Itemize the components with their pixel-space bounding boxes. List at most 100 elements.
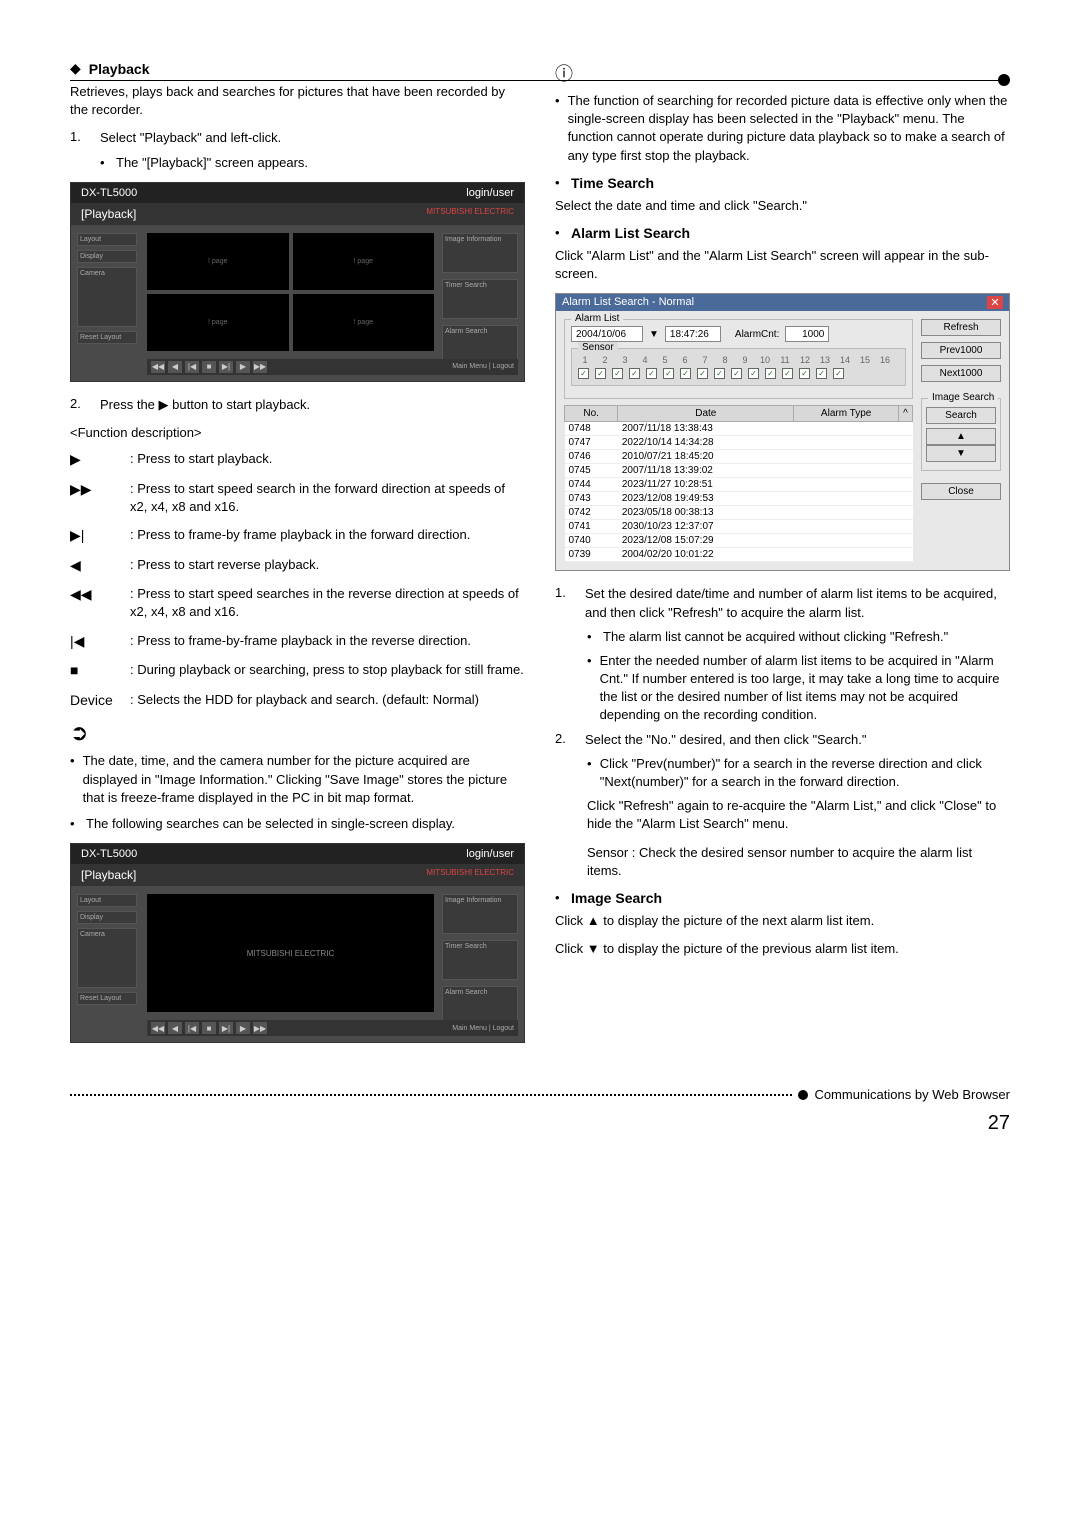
sensor-checkbox[interactable]: ✓	[782, 368, 793, 379]
shot-menu: Main Menu | Logout	[452, 363, 514, 370]
shot-side-camera: Camera	[77, 267, 137, 327]
note-icon: ➲	[70, 720, 525, 746]
step1-sub: The "[Playback]" screen appears.	[116, 154, 308, 172]
icon-description: : During playback or searching, press to…	[130, 661, 525, 681]
cell-scroll	[899, 534, 913, 548]
icon-description: : Selects the HDD for playback and searc…	[130, 691, 525, 711]
cell-scroll	[899, 436, 913, 450]
sensor-checkbox[interactable]: ✓	[646, 368, 657, 379]
cell-no: 0740	[565, 534, 618, 548]
table-row[interactable]: 07452007/11/18 13:39:02	[565, 464, 913, 478]
th-date[interactable]: Date	[618, 406, 794, 422]
play-button[interactable]: ▶	[236, 1022, 250, 1034]
fast-fwd-button[interactable]: ▶▶	[253, 361, 267, 373]
cell-date: 2023/11/27 10:28:51	[618, 478, 794, 492]
sensor-checkbox[interactable]: ✓	[748, 368, 759, 379]
bullet: •	[100, 154, 108, 172]
sensor-checkbox[interactable]: ✓	[612, 368, 623, 379]
icon-description: : Press to start speed searches in the r…	[130, 585, 525, 621]
table-row[interactable]: 07422023/05/18 00:38:13	[565, 506, 913, 520]
sensor-checkbox[interactable]: ✓	[816, 368, 827, 379]
alarm-cnt-label: AlarmCnt:	[735, 329, 779, 340]
th-type[interactable]: Alarm Type	[794, 406, 899, 422]
up-button[interactable]: ▲	[926, 428, 996, 445]
th-no[interactable]: No.	[565, 406, 618, 422]
dropdown-icon[interactable]: ▼	[649, 329, 659, 340]
rstep1-b2: Enter the needed number of alarm list it…	[600, 652, 1010, 725]
close-button[interactable]: Close	[921, 483, 1001, 500]
footer-text: Communications by Web Browser	[814, 1087, 1010, 1102]
fast-fwd-button[interactable]: ▶▶	[253, 1022, 267, 1034]
step-fwd-button[interactable]: ▶|	[219, 361, 233, 373]
shot-side-layout: Layout	[77, 233, 137, 246]
step-back-button[interactable]: |◀	[185, 361, 199, 373]
close-icon[interactable]: ✕	[987, 296, 1003, 309]
down-button[interactable]: ▼	[926, 445, 996, 462]
table-row[interactable]: 07392004/02/20 10:01:22	[565, 548, 913, 562]
rstep2-p2: Sensor : Check the desired sensor number…	[587, 844, 1010, 880]
cell-scroll	[899, 422, 913, 436]
shot-model: DX-TL5000	[81, 187, 137, 199]
refresh-button[interactable]: Refresh	[921, 319, 1001, 336]
table-row[interactable]: 07472022/10/14 14:34:28	[565, 436, 913, 450]
section-diamond: ◆	[70, 60, 81, 77]
cell-type	[794, 534, 899, 548]
date-input[interactable]	[571, 326, 643, 342]
time-input[interactable]	[665, 326, 721, 342]
cell-date: 2023/12/08 15:07:29	[618, 534, 794, 548]
step-back-button[interactable]: |◀	[185, 1022, 199, 1034]
shot-logo: MITSUBISHI ELECTRIC	[247, 949, 335, 958]
sensor-checkbox[interactable]: ✓	[680, 368, 691, 379]
playback-icon: ■	[70, 661, 110, 681]
sensor-checkbox[interactable]: ✓	[629, 368, 640, 379]
table-row[interactable]: 07462010/07/21 18:45:20	[565, 450, 913, 464]
cell-no: 0742	[565, 506, 618, 520]
sensor-number: 14	[838, 355, 852, 365]
sensor-checkbox[interactable]: ✓	[663, 368, 674, 379]
table-row[interactable]: 07412030/10/23 12:37:07	[565, 520, 913, 534]
sensor-number: 5	[658, 355, 672, 365]
sensor-number: 2	[598, 355, 612, 365]
bullet: •	[587, 628, 595, 646]
alarm-list-search-dialog: Alarm List Search - Normal ✕ Alarm List …	[555, 293, 1010, 571]
sensor-checkbox[interactable]: ✓	[595, 368, 606, 379]
back-button[interactable]: ◀	[168, 361, 182, 373]
shot-cell: ! page	[293, 294, 435, 351]
next-button[interactable]: Next1000	[921, 365, 1001, 382]
sensor-checkbox[interactable]: ✓	[578, 368, 589, 379]
sensor-checkbox[interactable]: ✓	[731, 368, 742, 379]
shot-brand: MITSUBISHI ELECTRIC	[426, 207, 514, 221]
sensor-number: 3	[618, 355, 632, 365]
search-button[interactable]: Search	[926, 407, 996, 424]
rstep-num-1: 1.	[555, 585, 571, 621]
alarm-cnt-input[interactable]	[785, 326, 829, 342]
table-row[interactable]: 07432023/12/08 19:49:53	[565, 492, 913, 506]
sensor-checkbox[interactable]: ✓	[799, 368, 810, 379]
image-search-t1: Click ▲ to display the picture of the ne…	[555, 912, 1010, 930]
sensor-number: 16	[878, 355, 892, 365]
cell-no: 0744	[565, 478, 618, 492]
table-row[interactable]: 07442023/11/27 10:28:51	[565, 478, 913, 492]
stop-button[interactable]: ■	[202, 361, 216, 373]
stop-button[interactable]: ■	[202, 1022, 216, 1034]
sensor-checkbox[interactable]: ✓	[833, 368, 844, 379]
cell-scroll	[899, 492, 913, 506]
cell-date: 2004/02/20 10:01:22	[618, 548, 794, 562]
note-text-1: The date, time, and the camera number fo…	[83, 752, 525, 807]
play-button[interactable]: ▶	[236, 361, 250, 373]
table-row[interactable]: 07402023/12/08 15:07:29	[565, 534, 913, 548]
sensor-checkbox[interactable]: ✓	[765, 368, 776, 379]
sensor-checkbox[interactable]: ✓	[697, 368, 708, 379]
rewind-button[interactable]: ◀◀	[151, 361, 165, 373]
prev-button[interactable]: Prev1000	[921, 342, 1001, 359]
dialog-title: Alarm List Search - Normal	[562, 296, 694, 309]
rewind-button[interactable]: ◀◀	[151, 1022, 165, 1034]
step-text-1: Select "Playback" and left-click.	[100, 129, 525, 147]
table-row[interactable]: 07482007/11/18 13:38:43	[565, 422, 913, 436]
shot-model: DX-TL5000	[81, 848, 137, 860]
shot-side-reset: Reset Layout	[77, 992, 137, 1005]
bullet: •	[555, 890, 563, 906]
back-button[interactable]: ◀	[168, 1022, 182, 1034]
step-fwd-button[interactable]: ▶|	[219, 1022, 233, 1034]
sensor-checkbox[interactable]: ✓	[714, 368, 725, 379]
